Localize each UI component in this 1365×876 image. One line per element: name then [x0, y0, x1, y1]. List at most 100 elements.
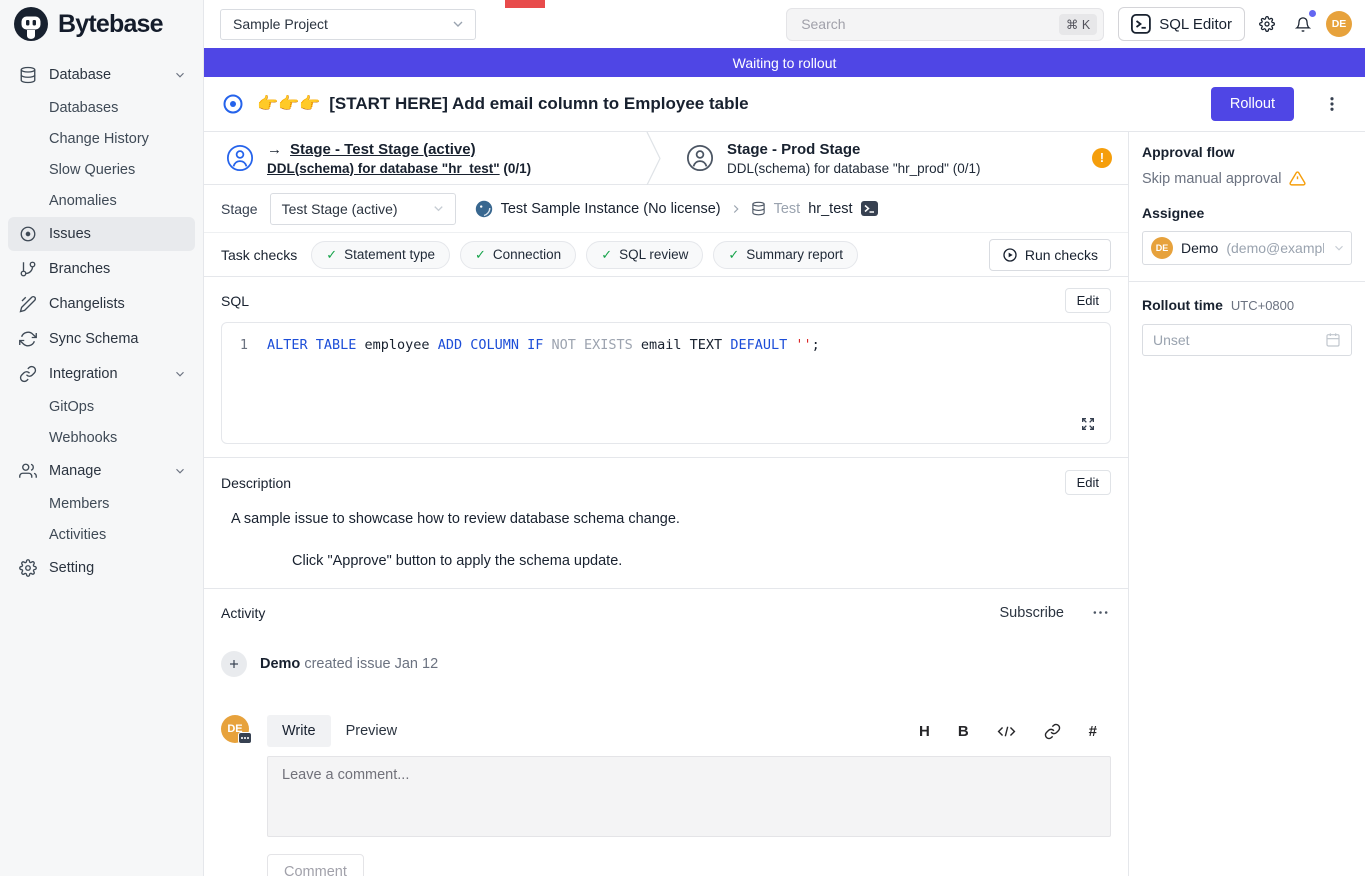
chevron-down-icon — [1332, 241, 1346, 255]
check-pill-statement-type[interactable]: ✓ Statement type — [311, 241, 450, 269]
sidebar-item-activities[interactable]: Activities — [8, 520, 195, 550]
activity-actor: Demo — [260, 656, 300, 672]
comment-input[interactable] — [267, 756, 1111, 837]
sql-code-block[interactable]: 1 ALTER TABLE employee ADD COLUMN IF NOT… — [221, 322, 1111, 444]
pointing-emoji: 👉👉👉 — [257, 94, 321, 113]
instance-link[interactable]: Test Sample Instance (No license) — [501, 201, 721, 217]
run-checks-label: Run checks — [1025, 247, 1098, 263]
sidebar-item-label: Activities — [49, 527, 106, 543]
chevron-down-icon — [431, 201, 446, 216]
database-icon — [18, 65, 38, 85]
sql-section: SQL Edit 1 ALTER TABLE employee ADD COLU… — [204, 277, 1128, 457]
settings-gear-button[interactable] — [1253, 10, 1281, 38]
issues-icon — [18, 224, 38, 244]
stage-person-icon — [686, 144, 714, 172]
code-icon[interactable] — [997, 724, 1016, 739]
tab-preview[interactable]: Preview — [331, 715, 413, 747]
user-avatar[interactable]: DE — [1326, 11, 1352, 37]
chevron-down-icon — [173, 68, 187, 82]
assignee-email: (demo@example — [1226, 240, 1324, 256]
sidebar-item-anomalies[interactable]: Anomalies — [8, 186, 195, 216]
brand-logo[interactable]: Bytebase — [0, 0, 203, 48]
comment-submit-button[interactable]: Comment — [267, 854, 364, 876]
kebab-menu-button[interactable] — [1319, 91, 1345, 117]
sidebar-item-slow-queries[interactable]: Slow Queries — [8, 155, 195, 185]
check-pill-sql-review[interactable]: ✓ SQL review — [586, 241, 703, 269]
stage-person-icon — [226, 144, 254, 172]
sidebar-item-label: Integration — [49, 366, 118, 382]
sidebar-item-gitops[interactable]: GitOps — [8, 392, 195, 422]
heading-icon[interactable]: H — [919, 723, 930, 740]
hash-icon[interactable]: # — [1089, 723, 1097, 740]
link-icon[interactable] — [1044, 723, 1061, 740]
bold-icon[interactable]: B — [958, 723, 969, 740]
notifications-bell-button[interactable] — [1289, 10, 1317, 38]
database-link[interactable]: hr_test — [808, 201, 852, 217]
stage-select[interactable]: Test Stage (active) — [270, 193, 456, 225]
issue-detail: → Stage - Test Stage (active) DDL(schema… — [204, 132, 1128, 876]
status-banner-text: Waiting to rollout — [733, 55, 837, 71]
check-pill-label: Connection — [493, 247, 561, 262]
status-banner: Waiting to rollout — [204, 48, 1365, 77]
gear-icon — [18, 558, 38, 578]
sidebar-item-manage[interactable]: Manage — [8, 454, 195, 488]
assignee-select[interactable]: DE Demo (demo@example — [1142, 231, 1352, 265]
description-line: A sample issue to showcase how to review… — [231, 511, 1111, 527]
description-edit-button[interactable]: Edit — [1065, 470, 1111, 495]
check-pill-connection[interactable]: ✓ Connection — [460, 241, 576, 269]
stage-separator — [646, 132, 662, 184]
sidebar-item-branches[interactable]: Branches — [8, 252, 195, 286]
sql-editor-button[interactable]: SQL Editor — [1118, 7, 1245, 41]
sidebar-item-database[interactable]: Database — [8, 58, 195, 92]
open-sql-editor-mini-icon[interactable] — [861, 201, 878, 216]
play-circle-icon — [1002, 247, 1018, 263]
activity-label: Activity — [221, 605, 265, 621]
stage-card-test[interactable]: → Stage - Test Stage (active) DDL(schema… — [204, 132, 646, 184]
sidebar-item-databases[interactable]: Databases — [8, 93, 195, 123]
stage-name: Stage - Prod Stage — [727, 141, 860, 158]
stage-select-value: Test Stage (active) — [282, 201, 398, 217]
bytebase-logo-icon — [13, 6, 49, 42]
sidebar-item-label: Members — [49, 496, 109, 512]
chevron-right-icon — [729, 202, 743, 216]
sidebar-item-members[interactable]: Members — [8, 489, 195, 519]
project-select[interactable]: Sample Project — [220, 9, 476, 40]
subscribe-button[interactable]: Subscribe — [994, 604, 1070, 622]
stage-card-prod[interactable]: Stage - Prod Stage DDL(schema) for datab… — [662, 132, 1128, 184]
sidebar-item-label: Anomalies — [49, 193, 117, 209]
sidebar-item-sync-schema[interactable]: Sync Schema — [8, 322, 195, 356]
sidebar-item-setting[interactable]: Setting — [8, 551, 195, 585]
rollout-time-placeholder: Unset — [1153, 332, 1190, 348]
sidebar-item-changelists[interactable]: Changelists — [8, 287, 195, 321]
check-icon: ✓ — [326, 247, 337, 263]
chevron-down-icon — [173, 367, 187, 381]
sql-edit-button[interactable]: Edit — [1065, 288, 1111, 313]
rollout-button[interactable]: Rollout — [1211, 87, 1294, 121]
assignee-avatar: DE — [1151, 237, 1173, 259]
issue-header: 👉👉👉 [START HERE] Add email column to Emp… — [204, 77, 1365, 131]
rollout-time-input[interactable]: Unset — [1142, 324, 1352, 356]
pipeline-stages: → Stage - Test Stage (active) DDL(schema… — [204, 132, 1128, 185]
activity-date: Jan 12 — [395, 656, 439, 672]
activity-action: created issue — [304, 656, 390, 672]
ellipsis-menu-button[interactable] — [1090, 602, 1111, 623]
brand-name: Bytebase — [58, 10, 163, 39]
approval-flow-value: Skip manual approval — [1142, 171, 1281, 187]
branch-icon — [18, 259, 38, 279]
search-input[interactable] — [799, 15, 1059, 33]
stage-task-count: (0/1) — [953, 161, 981, 176]
stage-select-row: Stage Test Stage (active) Test Sample In… — [204, 185, 1128, 233]
tab-write[interactable]: Write — [267, 715, 331, 747]
sidebar-item-issues[interactable]: Issues — [8, 217, 195, 251]
sidebar-item-integration[interactable]: Integration — [8, 357, 195, 391]
run-checks-button[interactable]: Run checks — [989, 239, 1111, 271]
sidebar-item-webhooks[interactable]: Webhooks — [8, 423, 195, 453]
stage-label: Stage — [221, 201, 258, 217]
check-pill-summary-report[interactable]: ✓ Summary report — [713, 241, 858, 269]
sidebar-item-label: Manage — [49, 463, 101, 479]
sidebar-item-label: Database — [49, 67, 111, 83]
stage-task: DDL(schema) for database "hr_prod" — [727, 161, 949, 176]
sidebar-item-change-history[interactable]: Change History — [8, 124, 195, 154]
expand-icon[interactable] — [1078, 414, 1098, 434]
changelists-icon — [18, 294, 38, 314]
